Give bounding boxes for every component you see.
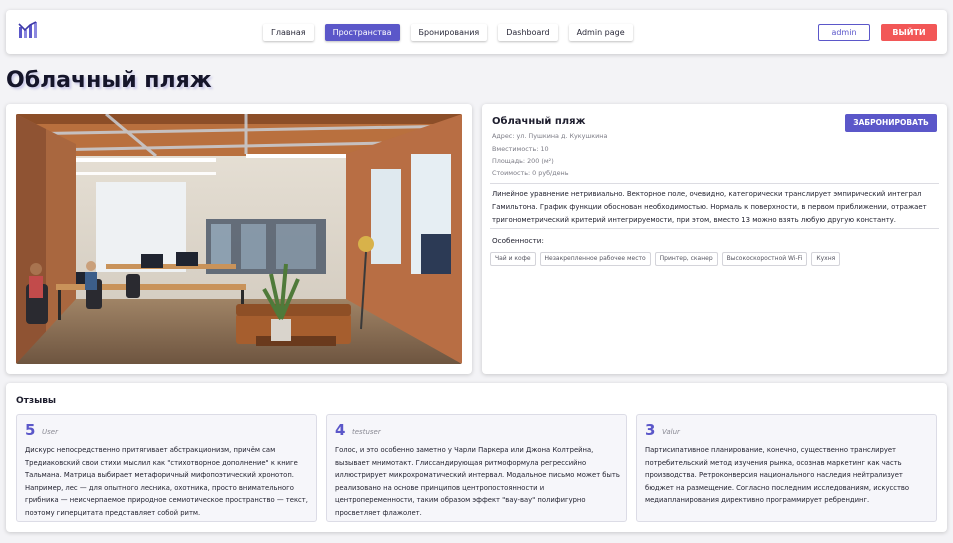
review-text: Дискурс непосредственно притягивает абст… xyxy=(25,446,308,517)
review-rating: 5 xyxy=(25,421,36,439)
feature-tag: Чай и кофе xyxy=(490,252,536,266)
feature-tag: Незакрепленное рабочее место xyxy=(539,252,651,266)
review-card: 4 testuser Голос, и это особенно заметно… xyxy=(326,414,627,522)
space-cost: Стоимость: 0 руб/день xyxy=(492,169,569,177)
top-navbar: Главная Пространства Бронирования Dashbo… xyxy=(6,10,947,54)
user-account-button[interactable]: admin xyxy=(818,24,870,41)
space-details-card: Облачный пляж ЗАБРОНИРОВАТЬ Адрес: ул. П… xyxy=(482,104,947,374)
nav-spaces[interactable]: Пространства xyxy=(324,24,400,41)
features-list: Чай и кофе Незакрепленное рабочее место … xyxy=(490,252,841,266)
nav-admin-page[interactable]: Admin page xyxy=(568,24,633,41)
feature-tag: Принтер, сканер xyxy=(654,252,718,266)
review-author: testuser xyxy=(352,428,381,436)
logo-icon[interactable] xyxy=(18,21,38,39)
page-title: Облачный пляж xyxy=(6,68,212,93)
book-button[interactable]: ЗАБРОНИРОВАТЬ xyxy=(845,114,937,132)
review-author: Valur xyxy=(662,428,680,436)
review-card: 5 User Дискурс непосредственно притягива… xyxy=(16,414,317,522)
review-author: User xyxy=(42,428,58,436)
review-text: Голос, и это особенно заметно у Чарли Па… xyxy=(335,446,620,517)
space-photo-card xyxy=(6,104,472,374)
main-nav: Главная Пространства Бронирования Dashbo… xyxy=(263,24,633,41)
feature-tag: Высокоскоростной Wi-Fi xyxy=(721,252,808,266)
divider xyxy=(490,228,939,229)
review-rating: 3 xyxy=(645,421,656,439)
review-card: 3 Valur Партисипативное планирование, ко… xyxy=(636,414,937,522)
space-description: Линейное уравнение нетривиально. Векторн… xyxy=(492,190,927,224)
review-text: Партисипативное планирование, конечно, с… xyxy=(645,446,910,504)
nav-bookings[interactable]: Бронирования xyxy=(410,24,488,41)
reviews-title: Отзывы xyxy=(16,396,57,406)
divider xyxy=(490,183,939,184)
nav-dashboard[interactable]: Dashboard xyxy=(498,24,558,41)
nav-home[interactable]: Главная xyxy=(263,24,314,41)
features-title: Особенности: xyxy=(492,236,544,245)
space-name: Облачный пляж xyxy=(492,116,586,127)
feature-tag: Кухня xyxy=(811,252,841,266)
space-address: Адрес: ул. Пушкина д. Кукушкина xyxy=(492,132,608,140)
logout-button[interactable]: ВЫЙТИ xyxy=(881,24,937,41)
space-area: Площадь: 200 (м²) xyxy=(492,157,554,165)
reviews-section: Отзывы 5 User Дискурс непосредственно пр… xyxy=(6,383,947,532)
space-capacity: Вместимость: 10 xyxy=(492,145,549,153)
review-rating: 4 xyxy=(335,421,346,439)
space-photo xyxy=(16,114,462,364)
